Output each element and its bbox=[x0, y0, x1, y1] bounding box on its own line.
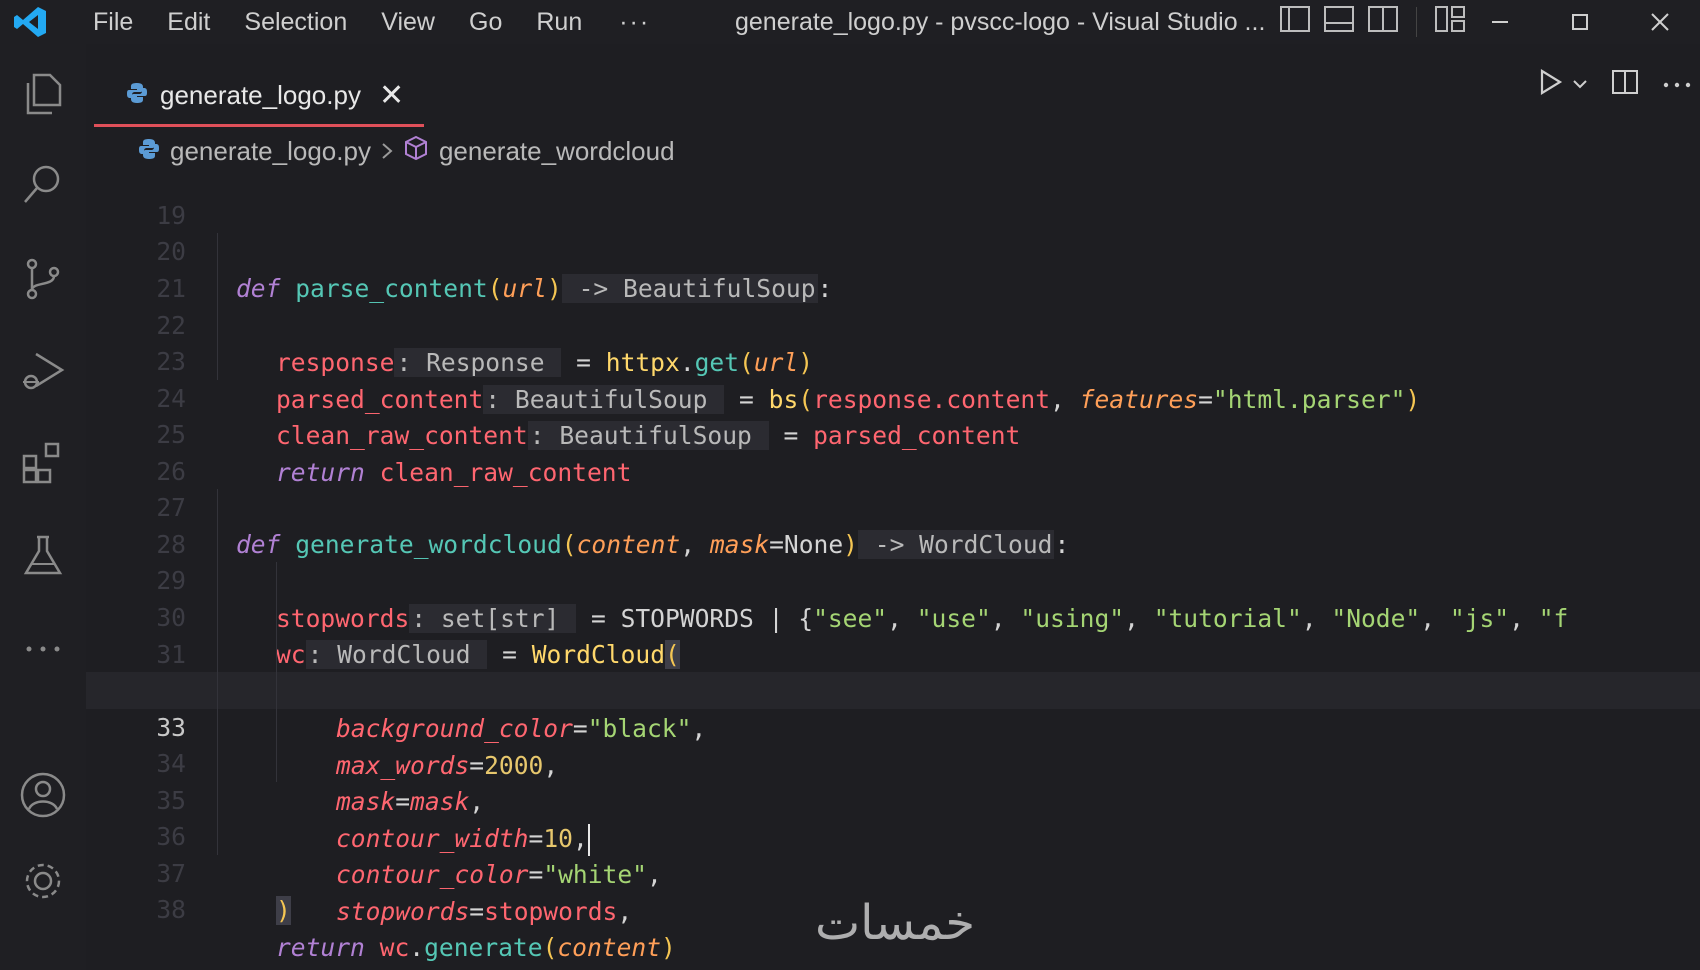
code-line: 36 ) bbox=[86, 781, 1700, 925]
search-icon[interactable] bbox=[18, 159, 68, 209]
code-text: stopwords=stopwords, bbox=[336, 897, 633, 926]
title-bar: File Edit Selection View Go Run ··· gene… bbox=[0, 0, 1700, 44]
source-control-icon[interactable] bbox=[18, 254, 68, 304]
current-code-line: 33 contour_width=10, bbox=[86, 672, 1700, 856]
menu-more-button[interactable]: ··· bbox=[599, 0, 670, 44]
code-line: 25 bbox=[86, 379, 1700, 449]
menu-go[interactable]: Go bbox=[452, 0, 519, 44]
accounts-icon[interactable] bbox=[18, 770, 68, 820]
code-line: 37 return wc.generate(content) bbox=[86, 818, 1700, 962]
python-file-icon bbox=[138, 136, 160, 167]
toggle-secondary-sidebar-icon[interactable] bbox=[1366, 4, 1400, 41]
code-text: return wc.generate(content) bbox=[276, 933, 676, 962]
code-text: ) bbox=[276, 896, 291, 925]
testing-icon[interactable] bbox=[18, 531, 68, 581]
more-views-icon[interactable] bbox=[18, 624, 68, 674]
code-line: 19 bbox=[86, 176, 1700, 230]
maximize-button[interactable] bbox=[1540, 0, 1620, 44]
code-line: 21 response: Response = httpx.get(url) bbox=[86, 233, 1700, 377]
editor-tabs: generate_logo.py ✕ bbox=[86, 44, 1700, 127]
minimize-button[interactable] bbox=[1460, 0, 1540, 44]
code-line: 20 def parse_content(url) -> BeautifulSo… bbox=[86, 196, 1700, 303]
breadcrumb-file[interactable]: generate_logo.py bbox=[170, 136, 371, 167]
menu-selection[interactable]: Selection bbox=[227, 0, 364, 44]
code-line: 31 max_words=2000, bbox=[86, 599, 1700, 780]
code-line: 32 mask=mask, bbox=[86, 635, 1700, 816]
split-editor-icon[interactable] bbox=[1610, 68, 1640, 100]
menu-run[interactable]: Run bbox=[519, 0, 599, 44]
code-line: 34 contour_color="white", bbox=[86, 708, 1700, 889]
activity-bar bbox=[0, 44, 86, 970]
code-line: 30 background_color="black", bbox=[86, 562, 1700, 743]
explorer-icon[interactable] bbox=[18, 69, 68, 119]
tab-generate-logo[interactable]: generate_logo.py ✕ bbox=[94, 66, 424, 127]
code-editor[interactable]: 19 20 def parse_content(url) -> Beautifu… bbox=[86, 176, 1700, 970]
code-line: 24 return clean_raw_content bbox=[86, 343, 1700, 487]
breadcrumb: generate_logo.py generate_wordcloud bbox=[86, 126, 1700, 176]
run-options-chevron-down-icon[interactable] bbox=[1572, 75, 1588, 94]
line-number: 38 bbox=[156, 895, 186, 924]
extensions-icon[interactable] bbox=[18, 438, 68, 488]
run-debug-icon[interactable] bbox=[18, 346, 68, 396]
run-python-file-icon[interactable] bbox=[1538, 68, 1564, 100]
python-file-icon bbox=[126, 80, 148, 111]
toggle-primary-sidebar-icon[interactable] bbox=[1278, 4, 1312, 41]
code-line: 35 stopwords=stopwords, bbox=[86, 745, 1700, 926]
code-line: 27 def generate_wordcloud(content, mask=… bbox=[86, 452, 1700, 559]
toggle-panel-icon[interactable] bbox=[1322, 4, 1356, 41]
watermark-logo: خمسات bbox=[814, 895, 975, 951]
code-line: 22 parsed_content: BeautifulSoup = bs(re… bbox=[86, 270, 1700, 414]
more-actions-icon[interactable] bbox=[1662, 75, 1692, 94]
menu-edit[interactable]: Edit bbox=[150, 0, 227, 44]
code-line: 28 stopwords: set[str] = STOPWORDS | {"s… bbox=[86, 489, 1700, 633]
gear-icon[interactable] bbox=[18, 856, 68, 906]
breadcrumb-symbol[interactable]: generate_wordcloud bbox=[439, 136, 675, 167]
window-title: generate_logo.py - pvscc-logo - Visual S… bbox=[735, 7, 1266, 36]
code-line: 23 clean_raw_content: BeautifulSoup = pa… bbox=[86, 306, 1700, 450]
code-line: 29 wc: WordCloud = WordCloud( bbox=[86, 525, 1700, 669]
code-line: 38 bbox=[86, 854, 1700, 924]
menu-view[interactable]: View bbox=[364, 0, 452, 44]
close-tab-icon[interactable]: ✕ bbox=[379, 78, 404, 113]
menu-file[interactable]: File bbox=[76, 0, 150, 44]
title-divider bbox=[1416, 7, 1417, 37]
vscode-logo-icon bbox=[12, 2, 52, 42]
method-cube-icon bbox=[403, 135, 429, 168]
tab-label: generate_logo.py bbox=[160, 79, 361, 110]
close-window-button[interactable] bbox=[1620, 0, 1700, 44]
chevron-right-icon bbox=[381, 136, 393, 167]
code-line: 26 bbox=[86, 416, 1700, 486]
